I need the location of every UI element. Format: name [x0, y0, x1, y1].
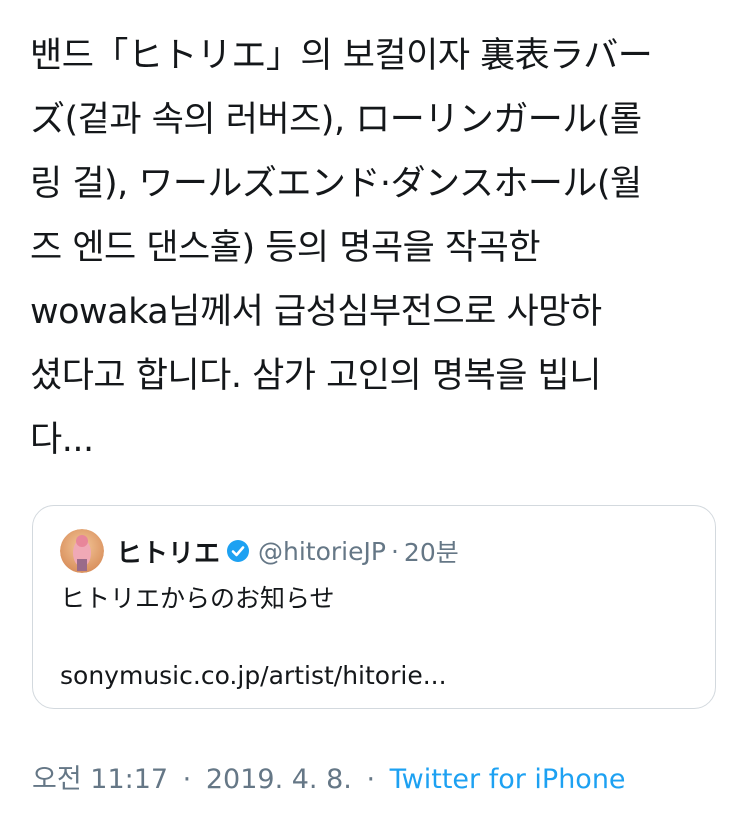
tweet-text-line: 링 걸), ワールズエンド·ダンスホール(월	[30, 164, 642, 204]
tweet-time: 오전 11:17	[32, 764, 169, 795]
tweet-text-line: 즈 엔드 댄스홀) 등의 명곡을 작곡한	[30, 228, 541, 268]
tweet-text-line: 밴드「ヒトリエ」의 보컬이자 裏表ラバー	[30, 36, 653, 76]
tweet-text-line: 다...	[30, 420, 94, 460]
quoted-tweet-header: ヒトリエ @hitorieJP · 20분	[60, 528, 459, 574]
avatar-image	[60, 529, 104, 573]
tweet-text-line: 셨다고 합니다. 삼가 고인의 명복을 빕니	[30, 356, 601, 396]
quoted-tweet-text: ヒトリエからのお知らせ	[60, 584, 335, 613]
quoted-handle[interactable]: @hitorieJP	[258, 537, 386, 566]
avatar[interactable]	[60, 529, 104, 573]
tweet-source-link[interactable]: Twitter for iPhone	[390, 764, 626, 795]
footer-separator: ·	[182, 764, 192, 795]
tweet-date: 2019. 4. 8.	[205, 764, 352, 795]
quoted-time[interactable]: 20분	[404, 533, 459, 569]
verified-badge-icon	[226, 539, 250, 563]
tweet-text-line: wowaka님께서 급성심부전으로 사망하	[30, 292, 602, 332]
tweet-metadata: 오전 11:17 · 2019. 4. 8. · Twitter for iPh…	[32, 757, 626, 796]
quoted-tweet-link[interactable]: sonymusic.co.jp/artist/hitorie...	[60, 661, 447, 690]
quoted-tweet-card[interactable]: ヒトリエ @hitorieJP · 20분 ヒトリエからのお知らせ sonymu…	[32, 505, 716, 709]
tweet-text-line: ズ(겉과 속의 러버즈), ローリンガール(롤	[30, 100, 642, 140]
quoted-separator: ·	[390, 536, 399, 566]
tweet-text: 밴드「ヒトリエ」의 보컬이자 裏表ラバー ズ(겉과 속의 러버즈), ローリンガ…	[30, 24, 720, 472]
footer-separator: ·	[366, 764, 376, 795]
quoted-display-name[interactable]: ヒトリエ	[116, 533, 220, 570]
